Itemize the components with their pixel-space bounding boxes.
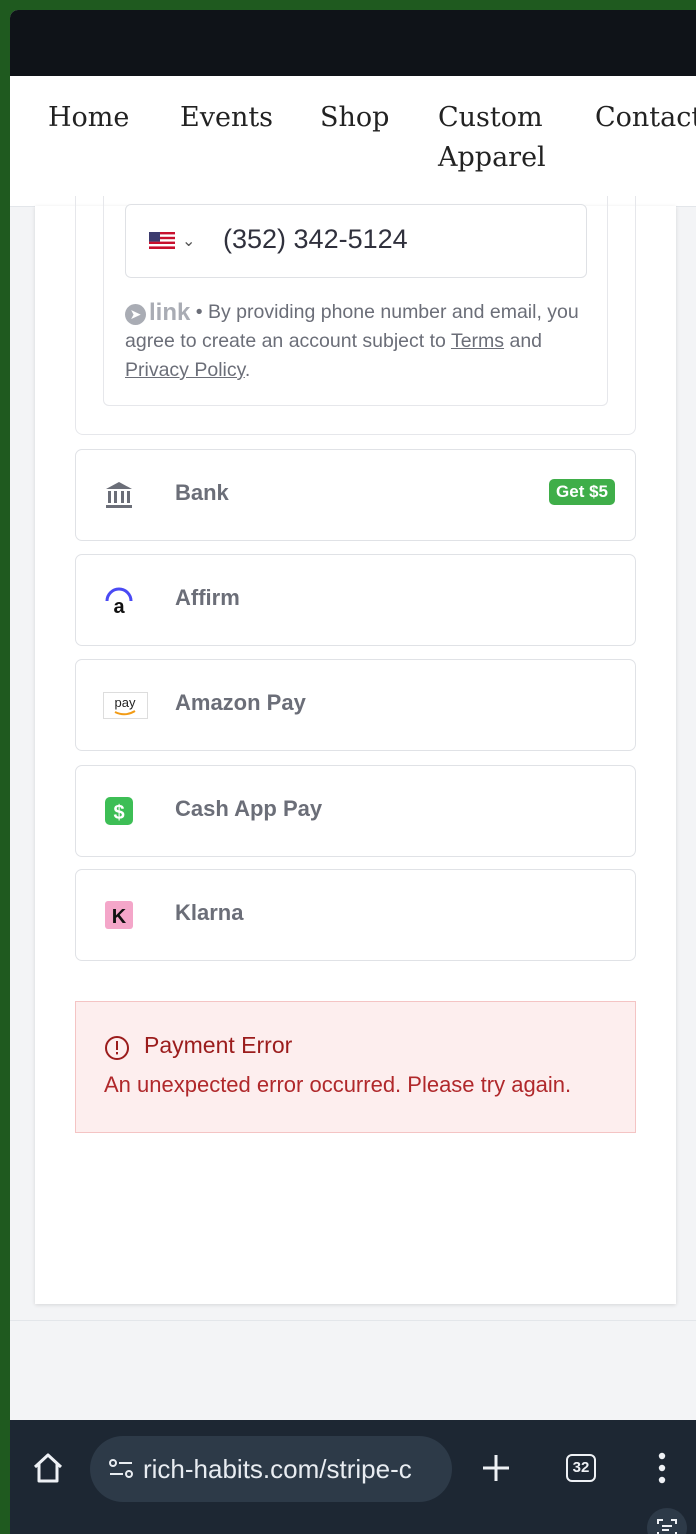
url-text: rich-habits.com/stripe-c [143, 1454, 412, 1484]
footer-divider [10, 1320, 696, 1321]
error-message: An unexpected error occurred. Please try… [104, 1072, 572, 1097]
payment-method-cash-app[interactable]: $ Cash App Pay [75, 765, 636, 857]
us-flag-icon[interactable] [149, 232, 175, 249]
affirm-label: Affirm [175, 585, 240, 610]
nav-events[interactable]: Events [180, 98, 273, 138]
nav-shop[interactable]: Shop [320, 98, 389, 138]
svg-text:a: a [113, 596, 125, 615]
terms-link[interactable]: Terms [451, 330, 504, 352]
lens-scan-button[interactable] [647, 1508, 687, 1534]
cash-app-icon: $ [105, 797, 133, 825]
bank-icon [106, 482, 132, 508]
chevron-down-icon[interactable]: ⌄ [182, 231, 195, 251]
link-arrow-icon: ➤ [125, 304, 146, 325]
cash-app-label: Cash App Pay [175, 796, 323, 821]
nav-custom-apparel-line1: Custom [438, 102, 543, 133]
payment-method-klarna[interactable]: K Klarna [75, 869, 636, 961]
amazon-pay-label: Amazon Pay [175, 690, 306, 715]
nav-home[interactable]: Home [48, 98, 129, 138]
privacy-policy-link[interactable]: Privacy Policy [125, 359, 245, 381]
tab-switcher-button[interactable]: 32 [566, 1454, 596, 1482]
error-title: Payment Error [144, 1032, 293, 1058]
more-menu-icon[interactable] [655, 1450, 669, 1486]
svg-text:K: K [112, 906, 127, 928]
payment-error-box: Payment Error An unexpected error occurr… [75, 1001, 636, 1133]
phone-field[interactable]: ⌄ (352) 342-5124 [125, 204, 587, 278]
payment-method-bank[interactable]: Bank Get $5 [75, 449, 636, 541]
home-icon[interactable] [30, 1450, 66, 1486]
link-logo: ➤ link [125, 299, 190, 326]
url-bar[interactable]: rich-habits.com/stripe-c [90, 1436, 452, 1502]
affirm-icon: a [105, 587, 133, 615]
svg-text:pay: pay [115, 695, 136, 710]
top-bar [10, 10, 696, 76]
site-nav: Home Events Shop Custom Apparel Contact [10, 76, 696, 207]
get-5-badge: Get $5 [549, 479, 615, 505]
amazon-pay-icon: pay [103, 692, 148, 719]
and-text: and [509, 330, 543, 352]
bank-label: Bank [175, 480, 229, 505]
klarna-icon: K [105, 901, 133, 929]
klarna-label: Klarna [175, 900, 244, 925]
period-text: . [244, 359, 251, 381]
alert-circle-icon [105, 1036, 129, 1060]
browser-toolbar: rich-habits.com/stripe-c 32 [10, 1420, 696, 1534]
browser-viewport: Home Events Shop Custom Apparel Contact … [10, 10, 696, 1534]
phone-input-value[interactable]: (352) 342-5124 [223, 224, 408, 255]
new-tab-plus-icon[interactable] [480, 1452, 512, 1484]
scan-text-icon [657, 1519, 677, 1534]
payment-method-amazon-pay[interactable]: pay Amazon Pay [75, 659, 636, 751]
link-brand-text: link [149, 299, 191, 326]
link-consent-text: ➤ link • By providing phone number and em… [125, 298, 595, 385]
nav-custom-apparel-line2: Apparel [438, 142, 546, 173]
payment-method-affirm[interactable]: a Affirm [75, 554, 636, 646]
svg-text:$: $ [113, 802, 124, 824]
site-settings-icon[interactable] [108, 1457, 134, 1481]
nav-contact[interactable]: Contact [595, 98, 696, 138]
nav-custom-apparel[interactable]: Custom Apparel [438, 98, 546, 178]
